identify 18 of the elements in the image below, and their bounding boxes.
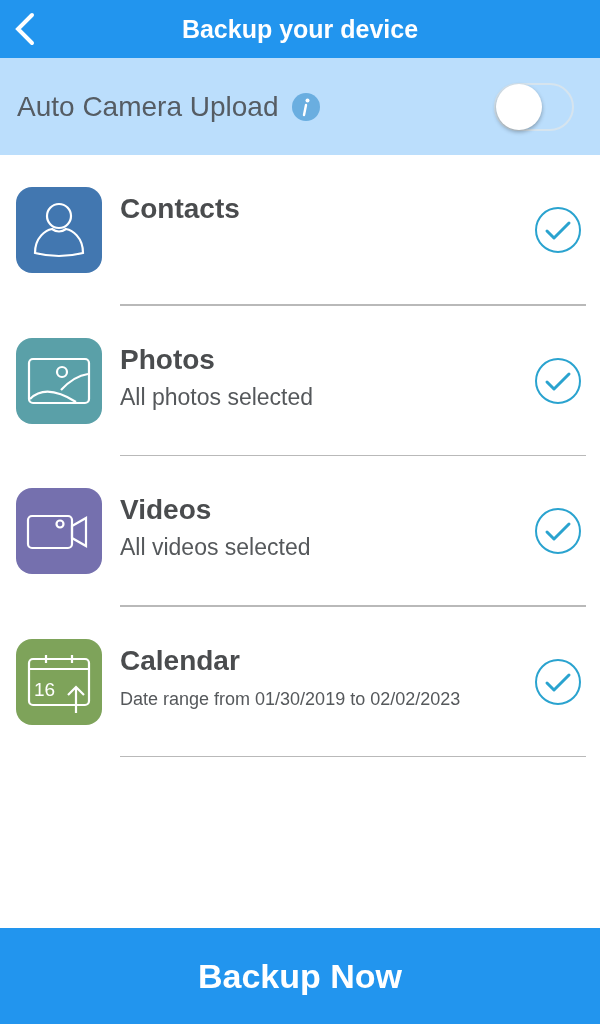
checkbox[interactable] <box>534 356 582 405</box>
toggle-switch[interactable] <box>494 82 574 131</box>
checkbox[interactable] <box>534 507 582 555</box>
checkbox[interactable] <box>534 206 582 254</box>
backup-button[interactable]: Backup Now <box>0 928 600 1024</box>
item-subtitle: All videos selected <box>120 534 312 561</box>
screen-title: Backup your device <box>181 14 419 44</box>
item-subtitle: All photos selected <box>120 383 315 411</box>
item-title: Photos <box>120 343 216 376</box>
back-icon <box>14 12 36 46</box>
info-icon[interactable] <box>292 92 321 121</box>
calendar-icon: 16 <box>16 638 102 725</box>
item-subtitle: Date range from 01/30/2019 to 02/02/2023 <box>120 688 462 710</box>
checkbox[interactable] <box>534 657 582 706</box>
item-title: Videos <box>120 494 213 526</box>
item-title: Calendar <box>120 644 241 677</box>
item-title: Contacts <box>120 193 241 225</box>
setting-label: Auto Camera Upload <box>17 90 279 123</box>
